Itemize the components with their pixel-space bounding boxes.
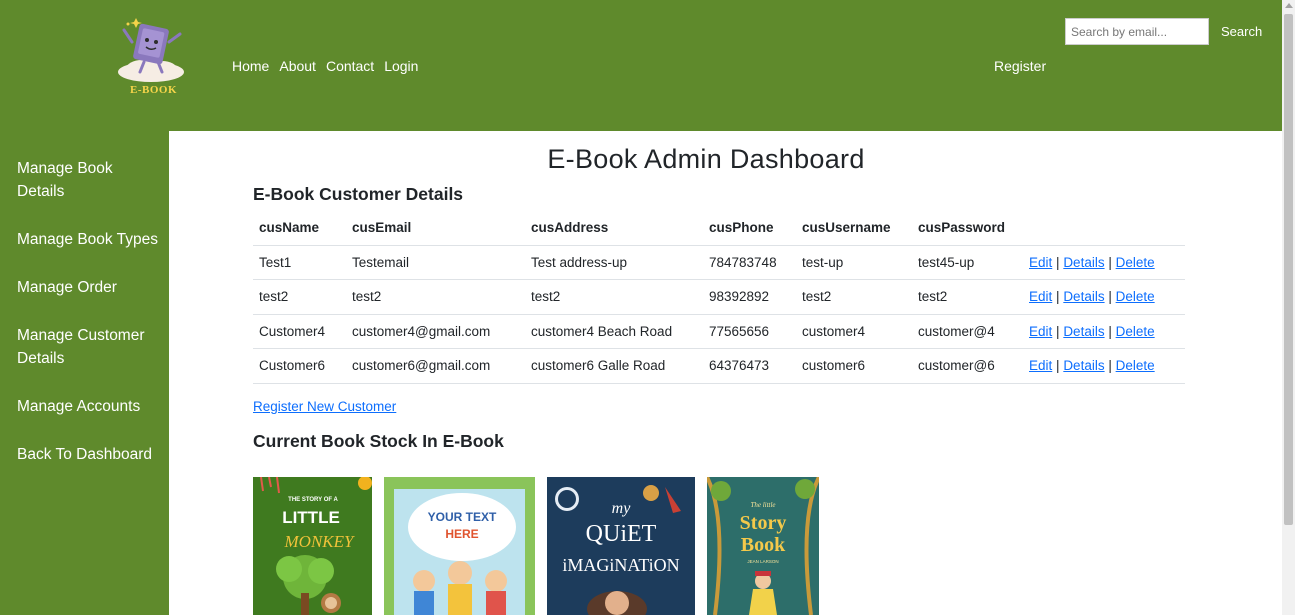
cell-actions: Edit | Details | Delete [1023,348,1185,384]
details-link[interactable]: Details [1063,324,1104,339]
book-cover-text: The little [750,501,775,509]
nav-about[interactable]: About [279,58,316,74]
book-cover-text: JEAN LARSON [747,559,778,564]
nav-contact[interactable]: Contact [326,58,374,74]
nav-register[interactable]: Register [994,58,1046,74]
scroll-thumb[interactable] [1284,14,1293,525]
cell-actions: Edit | Details | Delete [1023,314,1185,349]
logo-text: E-BOOK [130,84,178,96]
cell-cusname: Customer4 [253,314,346,349]
cell-actions: Edit | Details | Delete [1023,279,1185,315]
cell-cusphone: 784783748 [703,245,796,280]
register-new-customer-link[interactable]: Register New Customer [253,399,396,414]
column-header-cusemail: cusEmail [346,211,525,246]
details-link[interactable]: Details [1063,255,1104,270]
delete-link[interactable]: Delete [1116,289,1155,304]
book-cover-my-quiet-imagination[interactable]: my QUiET iMAGiNATiON [547,477,695,615]
cell-cususername: test2 [796,279,912,315]
sidebar: Manage Book Details Manage Book Types Ma… [0,131,169,615]
cell-cususername: customer4 [796,314,912,349]
main-nav: Home About Contact Login [232,58,428,74]
cell-cusphone: 77565656 [703,314,796,349]
search-input[interactable] [1065,18,1209,45]
book-cover-little-story-book[interactable]: The little Story Book JEAN LARSON [707,477,819,615]
cell-cusphone: 98392892 [703,279,796,315]
column-header-cuspassword: cusPassword [912,211,1023,246]
book-cover-text: YOUR TEXT [428,510,497,524]
book-cover-text: LITTLE [282,508,340,527]
book-cover-text: HERE [445,527,478,541]
nav-login[interactable]: Login [384,58,418,74]
column-header-cusphone: cusPhone [703,211,796,246]
book-cover-text: MONKEY [284,532,356,551]
book-cover-little-monkey[interactable]: THE STORY OF A LITTLE MONKEY [253,477,372,615]
stock-section-title: Current Book Stock In E-Book [253,431,504,451]
cell-cusemail: test2 [346,279,525,315]
cell-cuspassword: test2 [912,279,1023,315]
edit-link[interactable]: Edit [1029,289,1052,304]
column-header-cusname: cusName [253,211,346,246]
cell-cususername: test-up [796,245,912,280]
cell-cusaddress: customer4 Beach Road [525,314,703,349]
cell-cusaddress: Test address-up [525,245,703,280]
book-cover-text: iMAGiNATiON [562,555,679,575]
column-header-cusaddress: cusAddress [525,211,703,246]
nav-home[interactable]: Home [232,58,269,74]
sidebar-item-manage-book-details[interactable]: Manage Book Details [0,157,169,203]
sidebar-item-manage-customer-details[interactable]: Manage Customer Details [0,324,169,370]
customers-section-title: E-Book Customer Details [253,184,464,204]
scroll-up-arrow-icon[interactable] [1285,3,1293,8]
cell-cuspassword: customer@6 [912,348,1023,384]
cell-cusemail: customer6@gmail.com [346,348,525,384]
page-scrollbar[interactable] [1282,0,1295,615]
sidebar-item-back-to-dashboard[interactable]: Back To Dashboard [0,443,169,466]
book-cover-your-text-here[interactable]: YOUR TEXT HERE [384,477,535,615]
book-cover-text: THE STORY OF A [288,497,338,503]
cell-cuspassword: test45-up [912,245,1023,280]
delete-link[interactable]: Delete [1116,324,1155,339]
edit-link[interactable]: Edit [1029,358,1052,373]
customers-table: cusName cusEmail cusAddress cusPhone cus… [253,211,1185,384]
delete-link[interactable]: Delete [1116,358,1155,373]
cell-cusaddress: customer6 Galle Road [525,348,703,384]
book-cover-text: my [612,500,632,517]
cell-cusname: Customer6 [253,348,346,384]
cell-cusphone: 64376473 [703,348,796,384]
table-row: Customer4 customer4@gmail.com customer4 … [253,314,1185,349]
table-header-row: cusName cusEmail cusAddress cusPhone cus… [253,211,1185,246]
delete-link[interactable]: Delete [1116,255,1155,270]
table-row: test2 test2 test2 98392892 test2 test2 E… [253,279,1185,315]
cell-cusname: Test1 [253,245,346,280]
table-row: Test1 Testemail Test address-up 78478374… [253,245,1185,280]
column-header-cususername: cusUsername [796,211,912,246]
sidebar-item-manage-book-types[interactable]: Manage Book Types [0,228,169,251]
details-link[interactable]: Details [1063,289,1104,304]
header-bar: E-BOOK Home About Contact Login Register… [0,0,1282,131]
cell-actions: Edit | Details | Delete [1023,245,1185,280]
book-cover-text: QUiET [586,521,657,547]
cell-cusname: test2 [253,279,346,315]
sidebar-item-manage-order[interactable]: Manage Order [0,276,169,299]
edit-link[interactable]: Edit [1029,324,1052,339]
sidebar-item-manage-accounts[interactable]: Manage Accounts [0,395,169,418]
column-header-actions [1023,211,1185,246]
details-link[interactable]: Details [1063,358,1104,373]
book-cover-text: Story [740,512,787,534]
cell-cuspassword: customer@4 [912,314,1023,349]
cell-cusemail: customer4@gmail.com [346,314,525,349]
edit-link[interactable]: Edit [1029,255,1052,270]
search-button[interactable]: Search [1213,18,1270,45]
table-row: Customer6 customer6@gmail.com customer6 … [253,348,1185,384]
cell-cusemail: Testemail [346,245,525,280]
cell-cususername: customer6 [796,348,912,384]
book-cover-text: Book [741,534,786,556]
page-title: E-Book Admin Dashboard [547,144,865,174]
cell-cusaddress: test2 [525,279,703,315]
